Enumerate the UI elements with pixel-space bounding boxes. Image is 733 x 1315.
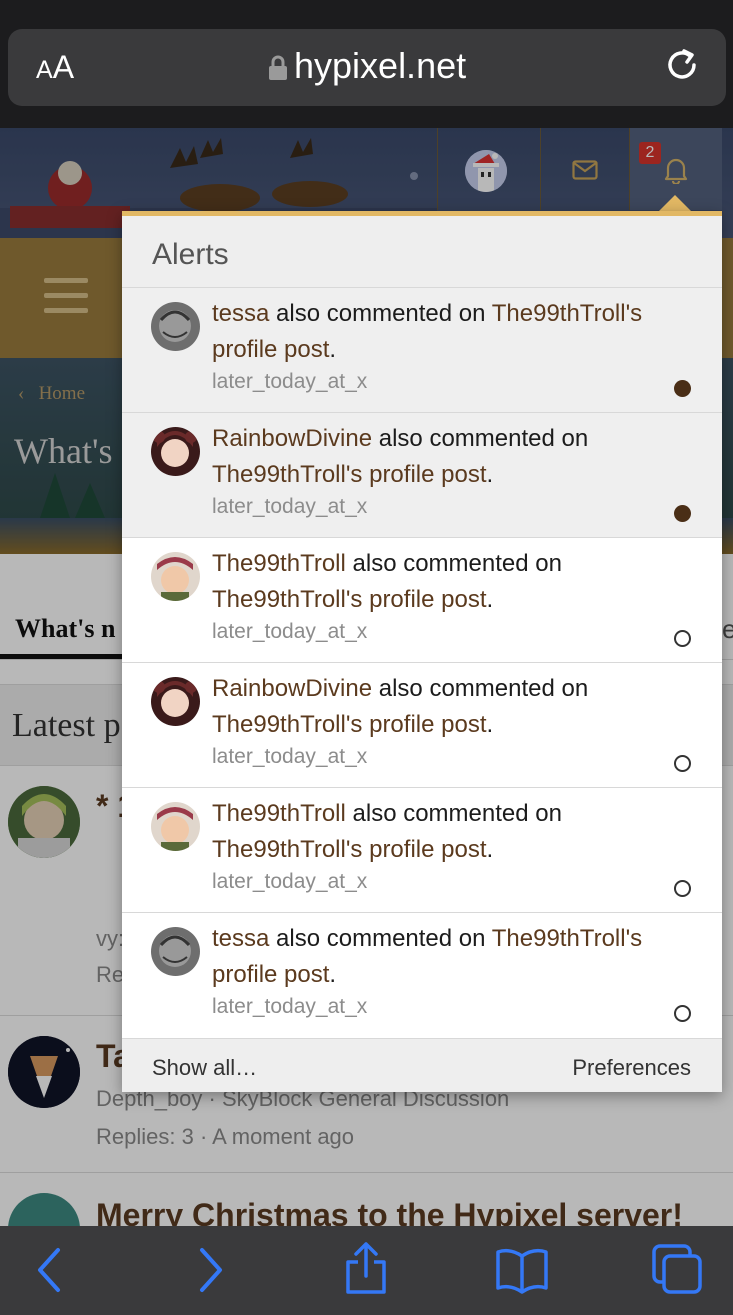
reload-icon[interactable]: [660, 43, 704, 87]
alert-username[interactable]: tessa: [212, 300, 269, 327]
avatar[interactable]: [151, 677, 200, 726]
chevron-right-icon[interactable]: [182, 1242, 238, 1298]
alert-end: .: [329, 961, 337, 988]
avatar[interactable]: [151, 802, 200, 851]
alert-end: .: [486, 836, 494, 863]
avatar: [465, 150, 507, 192]
alert-item[interactable]: The99thTroll also commented on The99thTr…: [122, 538, 722, 663]
alert-timestamp: later_today_at_x: [212, 745, 368, 768]
alert-item[interactable]: tessa also commented on The99thTroll's p…: [122, 288, 722, 413]
alert-end: .: [486, 586, 494, 613]
alert-action: also commented on: [269, 925, 492, 952]
breadcrumb[interactable]: ‹ Home: [18, 383, 85, 405]
text-size-button[interactable]: AA: [36, 49, 74, 86]
address-bar[interactable]: AA hypixel.net: [8, 29, 726, 106]
alert-timestamp: later_today_at_x: [212, 620, 368, 643]
alert-end: .: [486, 711, 494, 738]
text-size-large-glyph: A: [52, 49, 75, 85]
chevron-left-icon[interactable]: [22, 1242, 78, 1298]
alert-timestamp: later_today_at_x: [212, 370, 368, 393]
alerts-footer: Show all… Preferences: [122, 1039, 722, 1092]
read-marker[interactable]: [674, 880, 691, 897]
unread-marker[interactable]: [674, 505, 691, 522]
unread-marker[interactable]: [674, 380, 691, 397]
alert-text: RainbowDivine also commented on The99thT…: [212, 421, 692, 493]
browser-top-bar: AA hypixel.net: [0, 0, 733, 128]
text-size-small-glyph: A: [36, 56, 53, 84]
menu-icon[interactable]: [44, 278, 88, 314]
alert-count-badge: 2: [639, 142, 661, 164]
alert-action: also commented on: [372, 425, 589, 452]
alert-action: also commented on: [345, 800, 562, 827]
nav-account-button[interactable]: [437, 128, 541, 210]
alert-username[interactable]: RainbowDivine: [212, 425, 372, 452]
alert-timestamp: later_today_at_x: [212, 495, 368, 518]
alert-item[interactable]: The99thTroll also commented on The99thTr…: [122, 788, 722, 913]
alerts-title: Alerts: [152, 238, 229, 271]
alert-username[interactable]: The99thTroll: [212, 550, 346, 577]
avatar[interactable]: [151, 552, 200, 601]
tree-illustration: [40, 473, 105, 518]
alert-username[interactable]: The99thTroll: [212, 800, 346, 827]
alert-item[interactable]: RainbowDivine also commented on The99thT…: [122, 413, 722, 538]
url-text: hypixel.net: [294, 45, 467, 86]
bell-icon: [664, 158, 688, 184]
preferences-link[interactable]: Preferences: [572, 1055, 691, 1081]
read-marker[interactable]: [674, 755, 691, 772]
alert-timestamp: later_today_at_x: [212, 995, 368, 1018]
alert-text: tessa also commented on The99thTroll's p…: [212, 921, 692, 993]
book-icon[interactable]: [494, 1242, 550, 1298]
alert-text: The99thTroll also commented on The99thTr…: [212, 546, 692, 618]
thread-replies: Replies: 3 · A moment ago: [96, 1124, 355, 1149]
mail-icon: [572, 160, 598, 180]
alert-end: .: [486, 461, 494, 488]
browser-toolbar: [0, 1226, 733, 1315]
latest-posts-heading-text: Latest p: [12, 707, 121, 744]
alert-item[interactable]: tessa also commented on The99thTroll's p…: [122, 913, 722, 1039]
breadcrumb-home[interactable]: Home: [39, 383, 85, 404]
tabs-icon[interactable]: [650, 1242, 706, 1298]
alert-username[interactable]: RainbowDivine: [212, 675, 372, 702]
alert-text: The99thTroll also commented on The99thTr…: [212, 796, 692, 868]
avatar[interactable]: [151, 927, 200, 976]
avatar: [8, 786, 80, 858]
alert-username[interactable]: tessa: [212, 925, 269, 952]
tab-fragment[interactable]: e: [722, 614, 733, 645]
alerts-pointer: [659, 195, 691, 211]
active-tab-indicator: [0, 654, 122, 659]
alert-link[interactable]: The99thTroll's profile post: [212, 461, 487, 488]
alert-link[interactable]: The99thTroll's profile post: [212, 711, 487, 738]
alert-action: also commented on: [345, 550, 562, 577]
show-all-link[interactable]: Show all…: [152, 1055, 257, 1081]
thread-replies: Re: [96, 962, 125, 987]
url-display[interactable]: hypixel.net: [268, 45, 466, 87]
alerts-menu: Alerts tessa also commented on The99thTr…: [122, 211, 722, 1092]
lock-icon: [269, 55, 287, 80]
tab-whats-new[interactable]: What's n: [15, 614, 115, 644]
read-marker[interactable]: [674, 1005, 691, 1022]
share-icon[interactable]: [338, 1242, 394, 1298]
alert-action: also commented on: [372, 675, 589, 702]
alert-link[interactable]: The99thTroll's profile post: [212, 586, 487, 613]
avatar[interactable]: [151, 427, 200, 476]
read-marker[interactable]: [674, 630, 691, 647]
nav-conversations-button[interactable]: [541, 128, 630, 210]
thread-meta: vy:: [96, 926, 125, 951]
alert-text: tessa also commented on The99thTroll's p…: [212, 296, 692, 368]
alert-item[interactable]: RainbowDivine also commented on The99thT…: [122, 663, 722, 788]
alert-action: also commented on: [269, 300, 492, 327]
avatar: [8, 1036, 80, 1108]
alert-timestamp: later_today_at_x: [212, 870, 368, 893]
alerts-header: Alerts: [122, 216, 722, 288]
avatar[interactable]: [151, 302, 200, 351]
alert-link[interactable]: The99thTroll's profile post: [212, 836, 487, 863]
alert-end: .: [329, 336, 337, 363]
alert-text: RainbowDivine also commented on The99thT…: [212, 671, 692, 743]
